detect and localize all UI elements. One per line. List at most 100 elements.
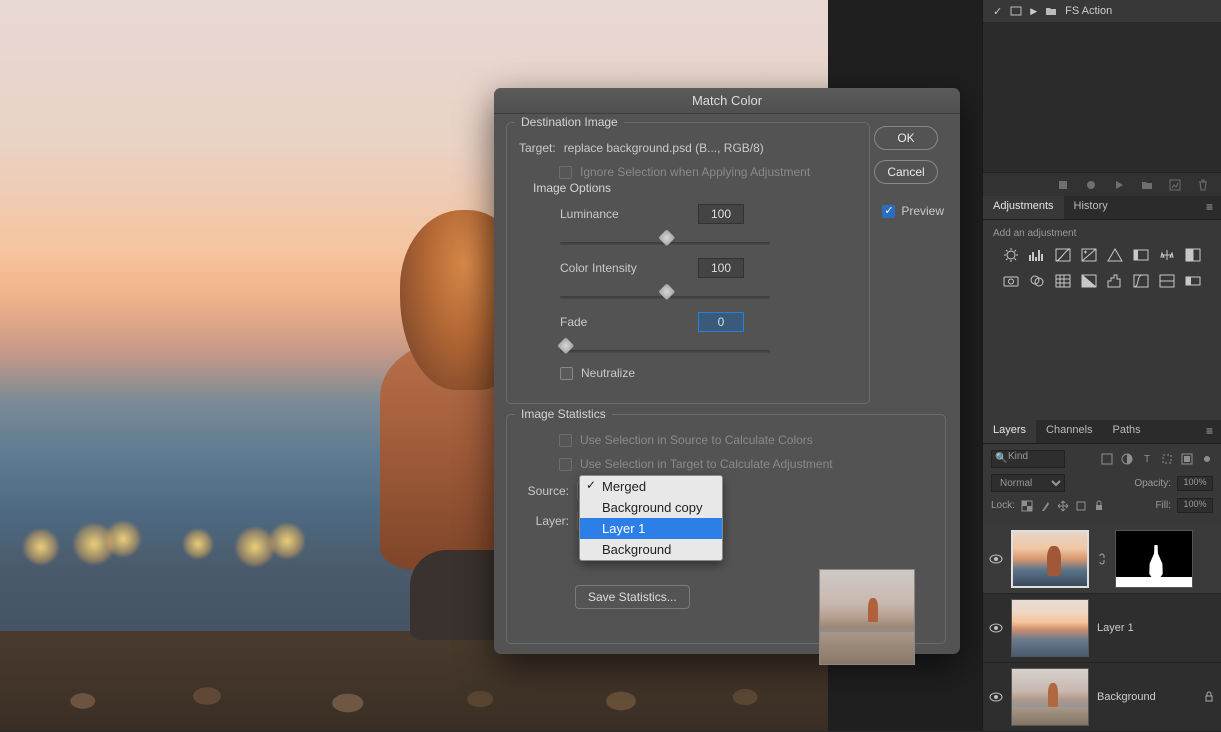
lock-position-icon[interactable] — [1057, 500, 1069, 512]
layer-name[interactable]: Background — [1097, 691, 1156, 703]
layer-mask-thumbnail[interactable] — [1115, 530, 1193, 588]
destination-legend: Destination Image — [515, 115, 624, 129]
lock-transparency-icon[interactable] — [1021, 500, 1033, 512]
layer-thumbnail[interactable] — [1011, 668, 1089, 726]
color-intensity-input[interactable] — [698, 258, 744, 278]
lock-artboard-icon[interactable] — [1075, 500, 1087, 512]
gradient-map-icon[interactable] — [1184, 273, 1202, 289]
levels-icon[interactable] — [1028, 247, 1046, 263]
invert-icon[interactable] — [1080, 273, 1098, 289]
layer-row[interactable]: Layer 1 — [983, 594, 1221, 663]
filter-shape-icon[interactable] — [1161, 453, 1173, 465]
right-panels: ✓ ▶ FS Action Adjustments History ≡ Add … — [982, 0, 1221, 731]
link-mask-icon[interactable] — [1097, 552, 1107, 566]
opacity-label: Opacity: — [1134, 478, 1171, 489]
fill-label: Fill: — [1155, 500, 1171, 511]
tab-adjustments[interactable]: Adjustments — [983, 196, 1064, 219]
add-adjustment-hint: Add an adjustment — [993, 228, 1211, 239]
lock-image-icon[interactable] — [1039, 500, 1051, 512]
color-intensity-label: Color Intensity — [560, 261, 690, 275]
neutralize-checkbox[interactable] — [560, 367, 573, 380]
preview-checkbox[interactable] — [882, 205, 895, 218]
exposure-icon[interactable] — [1080, 247, 1098, 263]
image-options-legend: Image Options — [527, 181, 617, 195]
layer-filter-kind[interactable]: 🔍 Kind — [991, 450, 1065, 468]
layer-row[interactable]: Background — [983, 663, 1221, 732]
layer-dropdown-label: Layer: — [519, 514, 569, 528]
vibrance-icon[interactable] — [1106, 247, 1124, 263]
dialog-title: Match Color — [494, 88, 960, 114]
preview-label: Preview — [901, 204, 944, 218]
use-source-checkbox — [559, 434, 572, 447]
folder-icon — [1045, 5, 1057, 17]
record-icon[interactable] — [1085, 179, 1097, 191]
layers-list: Layer 1 Background — [983, 525, 1221, 732]
match-color-dialog: Match Color OK Cancel Preview Destinatio… — [494, 88, 960, 654]
color-lookup-icon[interactable] — [1054, 273, 1072, 289]
fade-input[interactable] — [698, 312, 744, 332]
black-white-icon[interactable] — [1184, 247, 1202, 263]
layer-filter-kind-label: Kind — [1008, 451, 1028, 462]
action-chevron-icon: ▶ — [1030, 6, 1037, 17]
visibility-icon[interactable] — [989, 690, 1003, 704]
filter-pixel-icon[interactable] — [1101, 453, 1113, 465]
color-intensity-slider[interactable] — [560, 288, 770, 306]
target-value: replace background.psd (B..., RGB/8) — [564, 141, 764, 155]
layers-panel-menu-icon[interactable]: ≡ — [1198, 420, 1221, 443]
filter-smart-icon[interactable] — [1181, 453, 1193, 465]
source-label: Source: — [519, 484, 569, 498]
play-icon[interactable] — [1113, 179, 1125, 191]
opacity-value[interactable]: 100% — [1177, 476, 1213, 491]
layer-thumbnail[interactable] — [1011, 599, 1089, 657]
layer-row[interactable] — [983, 525, 1221, 594]
panel-menu-icon[interactable]: ≡ — [1198, 196, 1221, 219]
brightness-contrast-icon[interactable] — [1002, 247, 1020, 263]
fade-slider[interactable] — [560, 342, 770, 360]
visibility-icon[interactable] — [989, 552, 1003, 566]
new-action-icon[interactable] — [1169, 179, 1181, 191]
selective-color-icon[interactable] — [1158, 273, 1176, 289]
luminance-label: Luminance — [560, 207, 690, 221]
lock-all-icon[interactable] — [1093, 500, 1105, 512]
neutralize-label: Neutralize — [581, 366, 635, 380]
dropdown-option-background-copy[interactable]: Background copy — [580, 497, 722, 518]
stop-icon[interactable] — [1057, 179, 1069, 191]
dropdown-option-merged[interactable]: Merged — [580, 476, 722, 497]
tab-paths[interactable]: Paths — [1103, 420, 1151, 443]
layer-thumbnail[interactable] — [1011, 530, 1089, 588]
visibility-icon[interactable] — [989, 621, 1003, 635]
action-name: FS Action — [1065, 5, 1112, 17]
filter-type-icon[interactable]: T — [1141, 453, 1153, 465]
tab-history[interactable]: History — [1064, 196, 1118, 219]
luminance-slider[interactable] — [560, 234, 770, 252]
posterize-icon[interactable] — [1106, 273, 1124, 289]
action-row[interactable]: ✓ ▶ FS Action — [983, 0, 1221, 22]
actions-footer — [983, 172, 1221, 196]
color-balance-icon[interactable] — [1158, 247, 1176, 263]
cancel-button[interactable]: Cancel — [874, 160, 938, 184]
actionset-icon — [1010, 5, 1022, 17]
luminance-input[interactable] — [698, 204, 744, 224]
target-label: Target: — [519, 141, 556, 155]
source-preview-thumbnail — [819, 569, 915, 665]
tab-channels[interactable]: Channels — [1036, 420, 1102, 443]
blend-mode-select[interactable]: Normal — [991, 474, 1065, 492]
dropdown-option-layer-1[interactable]: Layer 1 — [580, 518, 722, 539]
layer-name[interactable]: Layer 1 — [1097, 622, 1134, 634]
channel-mixer-icon[interactable] — [1028, 273, 1046, 289]
trash-icon[interactable] — [1197, 179, 1209, 191]
hue-saturation-icon[interactable] — [1132, 247, 1150, 263]
threshold-icon[interactable] — [1132, 273, 1150, 289]
save-statistics-button[interactable]: Save Statistics... — [575, 585, 690, 609]
photo-filter-icon[interactable] — [1002, 273, 1020, 289]
new-set-icon[interactable] — [1141, 179, 1153, 191]
filter-toggle-icon[interactable] — [1201, 453, 1213, 465]
curves-icon[interactable] — [1054, 247, 1072, 263]
dropdown-option-background[interactable]: Background — [580, 539, 722, 560]
ok-button[interactable]: OK — [874, 126, 938, 150]
fill-value[interactable]: 100% — [1177, 498, 1213, 513]
tab-layers[interactable]: Layers — [983, 420, 1036, 443]
use-target-checkbox — [559, 458, 572, 471]
filter-adjustment-icon[interactable] — [1121, 453, 1133, 465]
layer-dropdown-menu: Merged Background copy Layer 1 Backgroun… — [579, 475, 723, 561]
